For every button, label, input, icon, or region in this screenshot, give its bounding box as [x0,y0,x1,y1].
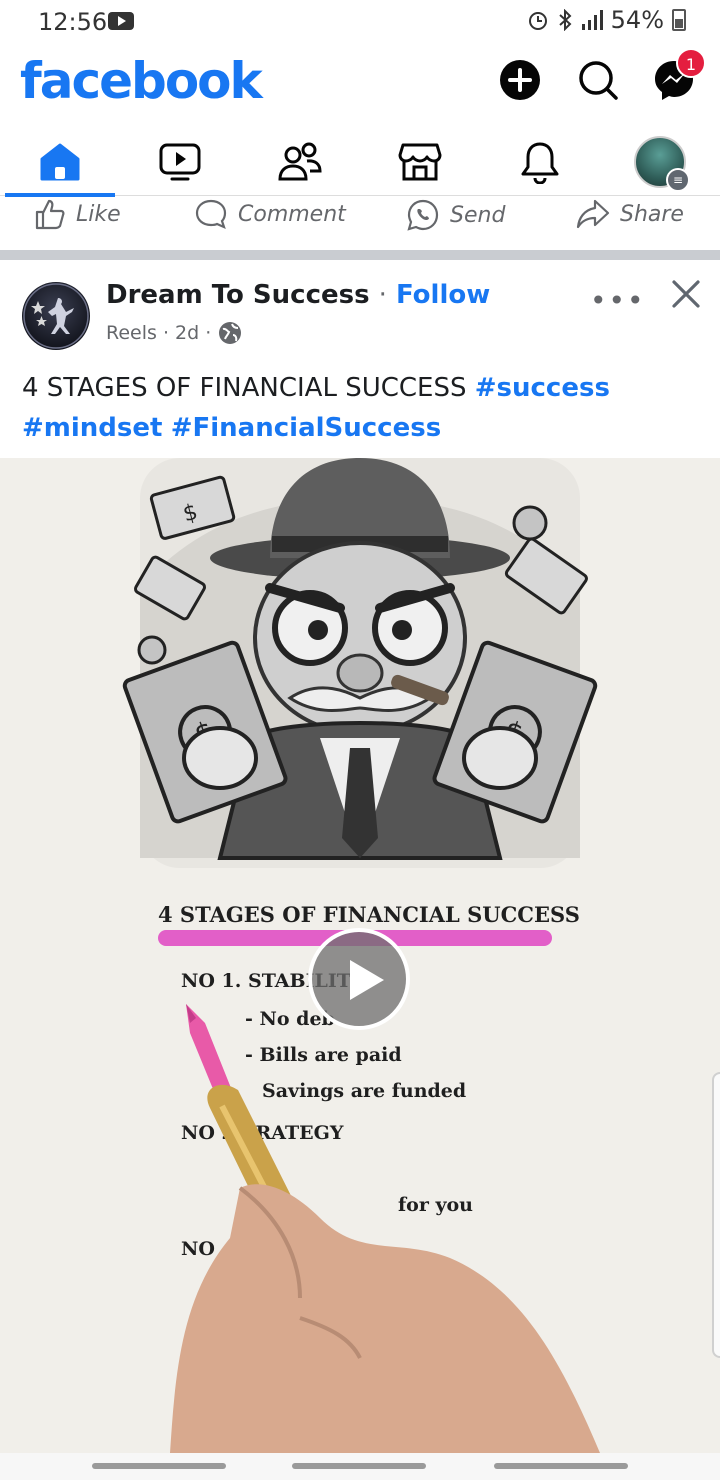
status-time: 12:56 [38,8,108,36]
caption-text: 4 STAGES OF FINANCIAL SUCCESS [22,373,475,403]
system-nav-bar [0,1453,720,1480]
post-author-line: Dream To Success · Follow [106,280,490,310]
battery-percent: 54% [610,6,664,34]
share-icon [576,199,610,229]
send-label: Send [450,202,506,228]
share-label: Share [620,201,684,227]
status-bar: 12:56 54% [0,0,720,44]
like-label: Like [76,201,121,227]
home-icon [40,143,80,181]
recent-apps-button[interactable] [92,1463,226,1469]
feed-divider [0,250,720,260]
play-button[interactable] [308,928,410,1030]
comment-button[interactable]: Comment [194,198,346,230]
youtube-icon [108,12,134,30]
post-actions: Like Comment Send Share [0,196,720,232]
signal-icon [581,10,603,30]
comment-icon [195,199,227,229]
follow-button[interactable]: Follow [396,280,490,310]
tab-friends[interactable] [245,132,355,192]
like-icon [35,199,65,230]
page-avatar[interactable] [22,282,90,350]
video-icon [159,143,201,181]
status-right: 54% [527,6,686,34]
tab-notifications[interactable] [485,132,595,192]
close-icon[interactable] [668,276,704,312]
post-author[interactable]: Dream To Success [106,280,370,310]
more-options-button[interactable]: ••• [590,284,646,317]
back-button[interactable] [494,1463,628,1469]
tab-profile-menu[interactable]: ≡ [605,132,715,192]
reel-video[interactable]: $ $ $ 4 STAGES OF FINANCIAL SUCCESS NO 1… [0,458,720,1453]
hashtag-link[interactable]: #success [475,373,610,403]
search-button[interactable] [576,58,620,102]
battery-icon [672,9,686,31]
scroll-handle[interactable] [712,1072,720,1358]
globe-icon [219,322,242,344]
create-button[interactable] [498,58,542,102]
comment-label: Comment [238,201,346,227]
home-button[interactable] [292,1463,426,1469]
dream-to-success-logo [23,283,89,349]
alarm-icon [528,12,547,30]
avatar: ≡ [634,136,690,192]
marketplace-icon [398,143,442,181]
hashtag-link[interactable]: #mindset [22,413,162,443]
whatsapp-icon [407,199,439,231]
friends-icon [278,142,322,181]
messenger-badge: 1 [676,48,706,78]
post-meta: Reels · 2d · [106,320,243,346]
tab-marketplace[interactable] [365,132,475,192]
post-caption: 4 STAGES OF FINANCIAL SUCCESS #success #… [22,368,702,448]
notifications-icon [521,142,559,184]
facebook-logo[interactable]: facebook [20,52,263,110]
share-button[interactable]: Share [576,198,684,230]
menu-icon: ≡ [666,168,690,192]
dot-separator: · [378,280,387,310]
bluetooth-icon [558,9,572,31]
post-meta-text: Reels · 2d · [106,322,212,344]
tab-video[interactable] [125,132,235,192]
hashtag-link[interactable]: #FinancialSuccess [171,413,441,443]
tab-home[interactable] [5,132,115,197]
send-button[interactable]: Send [406,198,505,232]
like-button[interactable]: Like [34,198,121,230]
main-nav: ≡ [0,124,720,197]
